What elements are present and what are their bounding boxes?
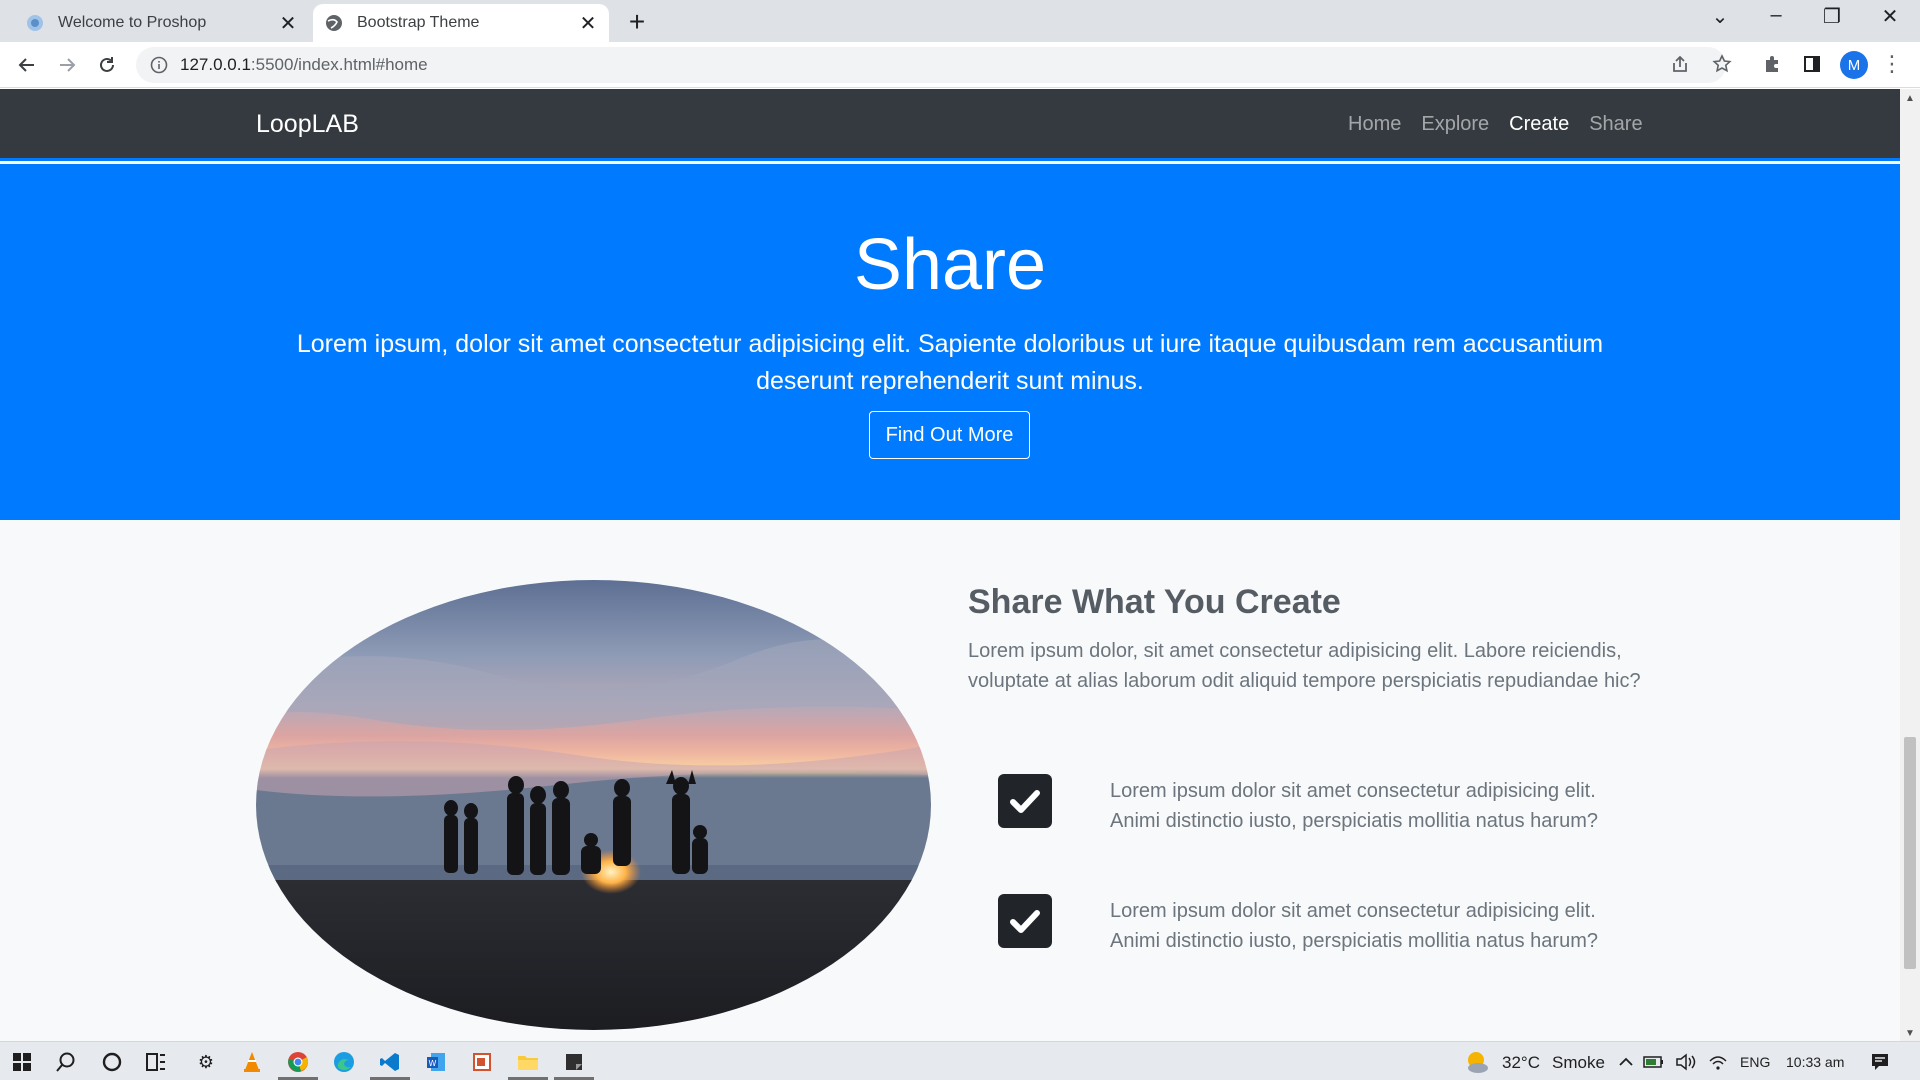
- restore-button[interactable]: ❐: [1812, 4, 1852, 29]
- close-window-button[interactable]: ✕: [1870, 4, 1910, 29]
- settings-gear-icon[interactable]: ⚙: [192, 1048, 220, 1076]
- weather-temperature[interactable]: 32°C: [1502, 1053, 1540, 1073]
- word-icon[interactable]: W: [422, 1048, 450, 1076]
- check-square-icon: [998, 774, 1052, 828]
- new-tab-button[interactable]: +: [622, 6, 652, 38]
- volume-speaker-icon[interactable]: [1672, 1048, 1700, 1076]
- weather-description[interactable]: Smoke: [1552, 1053, 1605, 1073]
- feature-text: Lorem ipsum dolor sit amet consectetur a…: [1110, 780, 1598, 832]
- nav-link-home[interactable]: Home: [1348, 113, 1401, 136]
- back-arrow-icon: [18, 58, 34, 72]
- weather-sun-cloud-icon[interactable]: [1463, 1048, 1491, 1076]
- vscode-icon[interactable]: [376, 1048, 404, 1076]
- reload-icon: [100, 57, 114, 72]
- feature-text: Lorem ipsum dolor sit amet consectetur a…: [1110, 900, 1598, 952]
- input-language[interactable]: ENG: [1740, 1054, 1770, 1070]
- nav-link-create[interactable]: Create: [1509, 113, 1569, 136]
- tab-search-chevron-icon[interactable]: ⌄: [1700, 4, 1740, 29]
- site-navbar: LoopLAB Home Explore Create Share: [0, 89, 1900, 161]
- windows-taskbar: ⚙ W 32°C Smoke ENG 10:33 am: [0, 1041, 1920, 1080]
- address-bar[interactable]: 127.0.0.1:5500/index.html#home: [136, 47, 1726, 83]
- share-page-icon[interactable]: [1664, 48, 1696, 80]
- scroll-down-arrow-icon[interactable]: ▼: [1905, 1028, 1915, 1039]
- back-button[interactable]: [12, 50, 42, 80]
- url-host: 127.0.0.1: [180, 55, 251, 74]
- hero-title: Share: [853, 225, 1047, 305]
- site-info-icon[interactable]: [150, 56, 168, 74]
- page-scrollbar[interactable]: ▲ ▼: [1900, 89, 1920, 1041]
- close-tab-icon[interactable]: ✕: [275, 11, 301, 36]
- edge-icon[interactable]: [330, 1048, 358, 1076]
- feature-item: Lorem ipsum dolor sit amet consectetur a…: [968, 774, 1648, 834]
- nav-link-explore[interactable]: Explore: [1421, 113, 1489, 136]
- windows-start-icon[interactable]: [8, 1048, 36, 1076]
- notification-center-icon[interactable]: [1866, 1048, 1894, 1076]
- scrollbar-thumb[interactable]: [1904, 737, 1916, 969]
- browser-tab-strip: Welcome to Proshop ✕ Bootstrap Theme ✕ +…: [0, 0, 1920, 42]
- section-heading: Share What You Create: [968, 583, 1341, 621]
- tray-overflow-chevron-icon[interactable]: [1612, 1048, 1640, 1076]
- tab-bootstrap-theme[interactable]: Bootstrap Theme ✕: [313, 4, 609, 42]
- file-explorer-folder-icon[interactable]: [514, 1048, 542, 1076]
- feature-item: Lorem ipsum dolor sit amet consectetur a…: [968, 894, 1648, 954]
- section-lead: Lorem ipsum dolor, sit amet consectetur …: [968, 640, 1641, 692]
- powerpoint-icon[interactable]: [468, 1048, 496, 1076]
- tab-title: Welcome to Proshop: [58, 14, 207, 31]
- share-text-column: Share What You Create Lorem ipsum dolor,…: [968, 580, 1648, 952]
- profile-avatar[interactable]: M: [1840, 51, 1868, 79]
- share-section: Share What You Create Lorem ipsum dolor,…: [0, 520, 1900, 1041]
- url-path: :5500/index.html#home: [250, 55, 428, 74]
- wifi-icon[interactable]: [1704, 1048, 1732, 1076]
- vlc-cone-icon[interactable]: [238, 1048, 266, 1076]
- tab-title: Bootstrap Theme: [357, 14, 480, 31]
- check-square-icon: [998, 894, 1052, 948]
- site-nav-links: Home Explore Create Share: [1348, 113, 1643, 136]
- globe-icon: [326, 15, 342, 31]
- chrome-icon[interactable]: [284, 1048, 312, 1076]
- close-tab-icon[interactable]: ✕: [575, 11, 601, 36]
- browser-toolbar: 127.0.0.1:5500/index.html#home M ⋮: [0, 42, 1920, 88]
- tab-welcome-to-proshop[interactable]: Welcome to Proshop ✕: [14, 4, 309, 42]
- battery-icon[interactable]: [1640, 1048, 1668, 1076]
- proshop-favicon-icon: [27, 15, 43, 31]
- reload-button[interactable]: [92, 50, 122, 80]
- sticky-notes-icon[interactable]: [560, 1048, 588, 1076]
- browser-menu-icon[interactable]: ⋮: [1880, 52, 1904, 76]
- hero-section: Share Lorem ipsum, dolor sit amet consec…: [0, 164, 1900, 520]
- svg-text:W: W: [429, 1059, 437, 1068]
- cortana-circle-icon[interactable]: [98, 1048, 126, 1076]
- clock-time[interactable]: 10:33 am: [1786, 1054, 1844, 1070]
- extensions-puzzle-icon[interactable]: [1756, 48, 1788, 80]
- bookmark-star-icon[interactable]: [1706, 48, 1738, 80]
- side-panel-icon[interactable]: [1796, 48, 1828, 80]
- find-out-more-button[interactable]: Find Out More: [869, 411, 1030, 459]
- brand-logo[interactable]: LoopLAB: [256, 110, 359, 139]
- search-icon[interactable]: [52, 1048, 80, 1076]
- beach-bonfire-photo: [256, 580, 931, 1030]
- page-viewport: LoopLAB Home Explore Create Share Share …: [0, 89, 1900, 1041]
- forward-button[interactable]: [52, 50, 82, 80]
- minimize-button[interactable]: –: [1756, 4, 1796, 27]
- url-text: 127.0.0.1:5500/index.html#home: [180, 55, 428, 75]
- forward-arrow-icon: [60, 58, 76, 72]
- nav-link-share[interactable]: Share: [1589, 113, 1642, 136]
- hero-text: Lorem ipsum, dolor sit amet consectetur …: [296, 330, 1604, 395]
- scroll-up-arrow-icon[interactable]: ▲: [1905, 93, 1915, 104]
- task-view-icon[interactable]: [142, 1048, 170, 1076]
